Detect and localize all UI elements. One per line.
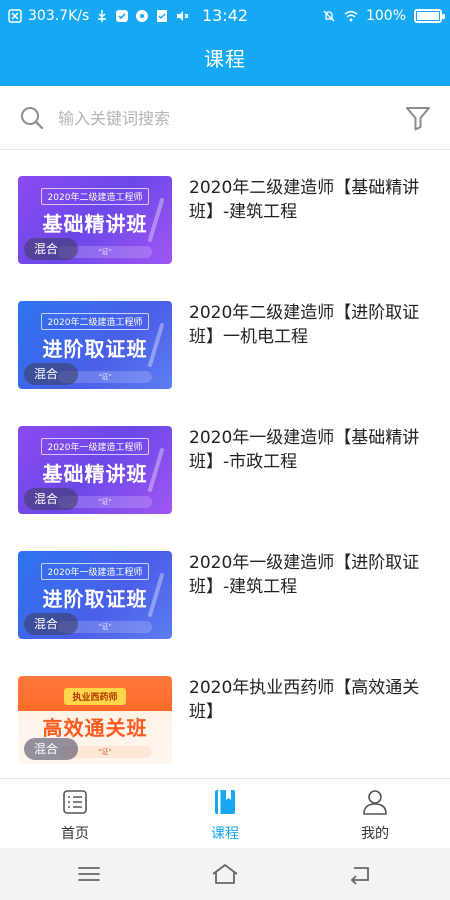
pen-decoration-icon (148, 448, 164, 492)
home-list-icon (63, 790, 87, 814)
home-icon[interactable] (210, 861, 240, 887)
course-type-badge: 混合 (24, 238, 78, 260)
thumbnail-heading: 高效通关班 (42, 716, 148, 740)
battery-icon (414, 9, 445, 23)
menu-icon[interactable] (76, 861, 102, 887)
search-icon[interactable] (20, 106, 44, 130)
course-item[interactable]: 2020年二级建造工程师 进阶取证班 "证" 混合 2020年二级建造师【进阶取… (0, 301, 450, 426)
page-title: 课程 (204, 47, 246, 71)
course-item[interactable]: 执业西药师 高效通关班 "证" 混合 2020年执业西药师【高效通关班】 (0, 676, 450, 778)
book-icon (215, 790, 235, 814)
wifi-icon (344, 10, 358, 22)
tab-label: 我的 (361, 826, 389, 842)
course-type-badge: 混合 (24, 613, 78, 635)
header: 课程 (0, 32, 450, 86)
search-input[interactable] (58, 102, 378, 134)
do-not-disturb-icon (323, 10, 335, 22)
pen-decoration-icon (148, 198, 164, 242)
battery-percent: 100% (365, 8, 406, 24)
back-icon[interactable] (348, 861, 374, 887)
course-title[interactable]: 2020年一级建造师【基础精讲班】-市政工程 (189, 426, 437, 474)
course-thumbnail[interactable]: 2020年一级建造工程师 进阶取证班 "证" 混合 (18, 551, 172, 639)
course-thumbnail[interactable]: 2020年二级建造工程师 进阶取证班 "证" 混合 (18, 301, 172, 389)
user-icon (363, 790, 387, 815)
thumbnail-subtitle: 执业西药师 (18, 688, 172, 705)
system-nav-bar (0, 848, 450, 900)
filter-icon[interactable] (404, 104, 432, 132)
course-thumbnail[interactable]: 2020年一级建造工程师 基础精讲班 "证" 混合 (18, 426, 172, 514)
course-title[interactable]: 2020年一级建造师【进阶取证班】-建筑工程 (189, 551, 437, 599)
tab-label: 课程 (211, 826, 239, 842)
course-type-badge: 混合 (24, 738, 78, 760)
course-thumbnail[interactable]: 2020年二级建造工程师 基础精讲班 "证" 混合 (18, 176, 172, 264)
pen-decoration-icon (148, 323, 164, 367)
bottom-tab-bar: 首页 课程 我的 (0, 778, 450, 848)
battery-fill (417, 12, 439, 20)
course-item[interactable]: 2020年二级建造工程师 基础精讲班 "证" 混合 2020年二级建造师【基础精… (0, 176, 450, 301)
course-item[interactable]: 2020年一级建造工程师 进阶取证班 "证" 混合 2020年一级建造师【进阶取… (0, 551, 450, 676)
status-right: 100% (322, 0, 445, 32)
status-bar: 303.7K/s 13:42 100% (0, 0, 450, 32)
search-bar (0, 86, 450, 150)
tab-courses[interactable]: 课程 (150, 779, 300, 849)
course-item[interactable]: 2020年一级建造工程师 基础精讲班 "证" 混合 2020年一级建造师【基础精… (0, 426, 450, 551)
pen-decoration-icon (148, 573, 164, 617)
tab-label: 首页 (61, 826, 89, 842)
course-type-badge: 混合 (24, 488, 78, 510)
course-title[interactable]: 2020年二级建造师【进阶取证班】一机电工程 (189, 301, 437, 349)
course-list: 2020年二级建造工程师 基础精讲班 "证" 混合 2020年二级建造师【基础精… (0, 151, 450, 778)
course-title[interactable]: 2020年执业西药师【高效通关班】 (189, 676, 437, 724)
tab-home[interactable]: 首页 (0, 779, 150, 849)
course-thumbnail[interactable]: 执业西药师 高效通关班 "证" 混合 (18, 676, 172, 764)
course-title[interactable]: 2020年二级建造师【基础精讲班】-建筑工程 (189, 176, 437, 224)
app-root: 303.7K/s 13:42 100% 课程 2020年二级建造工程师 基础精讲… (0, 0, 450, 900)
tab-me[interactable]: 我的 (300, 779, 450, 849)
course-type-badge: 混合 (24, 363, 78, 385)
